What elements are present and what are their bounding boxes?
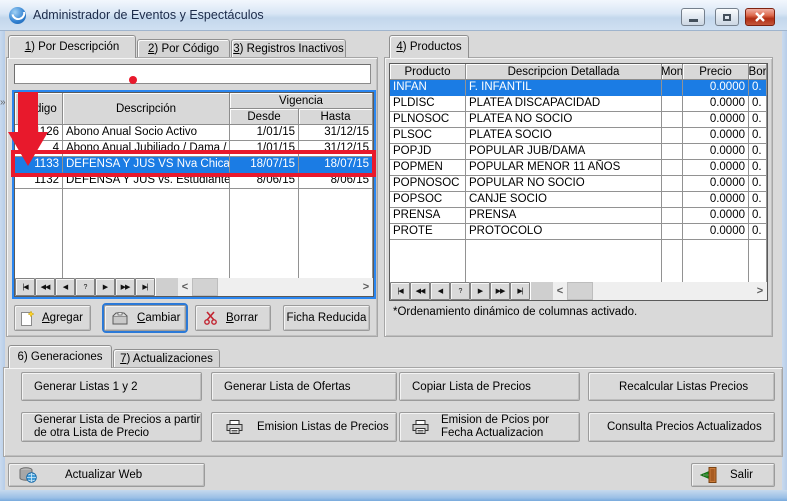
scrollbar-thumb[interactable] — [567, 282, 593, 300]
table-row[interactable]: 1126 Abono Anual Socio Activo 1/01/15 31… — [15, 125, 373, 141]
splitter-grip[interactable]: » — [0, 97, 6, 108]
minimize-button[interactable] — [681, 8, 705, 26]
agregar-button[interactable]: Agregar — [14, 305, 91, 331]
eventos-grid[interactable]: Código Descripción Vigencia Desde Hasta … — [12, 90, 376, 299]
nav-button[interactable]: ▶ — [95, 278, 115, 296]
consulta-precios-actualizados-button[interactable]: Consulta Precios Actualizados — [588, 412, 775, 442]
productos-navigator: |◀◀◀◀?▶▶▶▶| < > — [390, 282, 767, 300]
scissors-icon — [204, 311, 217, 325]
nav-button[interactable]: ▶ — [470, 282, 490, 300]
scrollbar-thumb[interactable] — [192, 278, 218, 296]
nav-button[interactable]: ◀◀ — [35, 278, 55, 296]
table-row[interactable]: PLNOSOC PLATEA NO SOCIO 0.0000 0. — [390, 112, 767, 128]
recalcular-listas-precios-button[interactable]: Recalcular Listas Precios — [588, 372, 775, 401]
close-button[interactable] — [745, 8, 775, 26]
tab-productos[interactable]: 4) Productos — [389, 35, 469, 58]
productos-hscrollbar[interactable]: < > — [531, 282, 767, 300]
scroll-right-icon[interactable]: > — [359, 278, 373, 296]
actualizar-web-button[interactable]: Actualizar Web — [8, 463, 205, 487]
exit-door-icon — [700, 467, 718, 483]
generar-lista-ofertas-button[interactable]: Generar Lista de Ofertas — [211, 372, 397, 401]
app-icon — [9, 7, 26, 24]
ficha-reducida-button[interactable]: Ficha Reducida — [283, 305, 370, 331]
salir-button[interactable]: Salir — [691, 463, 775, 487]
grid-empty-area — [15, 189, 373, 278]
productos-grid[interactable]: Producto Descripcion Detallada Mon Preci… — [389, 63, 768, 301]
printer-icon — [412, 420, 429, 434]
maximize-icon — [723, 14, 731, 21]
nav-button[interactable]: ◀◀ — [410, 282, 430, 300]
col-header-precio[interactable]: Precio — [683, 64, 749, 80]
generar-listas-1-2-button[interactable]: Generar Listas 1 y 2 — [21, 372, 202, 401]
copiar-lista-precios-button[interactable]: Copiar Lista de Precios — [399, 372, 580, 401]
table-row[interactable]: INFAN F. INFANTIL 0.0000 0. — [390, 80, 767, 96]
scrollbar-dead-zone — [531, 282, 553, 300]
app-window: Administrador de Eventos y Espectáculos … — [0, 0, 787, 501]
nav-button[interactable]: ◀ — [430, 282, 450, 300]
eventos-hscrollbar[interactable]: < > — [156, 278, 373, 296]
cambiar-button[interactable]: Cambiar — [104, 305, 186, 331]
tab-por-descripcion[interactable]: 1) Por Descripción — [8, 35, 136, 58]
tab-generaciones[interactable]: 6) Generaciones — [8, 345, 112, 368]
printer-icon — [226, 420, 243, 434]
annotation-highlight-rect — [11, 150, 376, 177]
col-header-descripcion-detallada[interactable]: Descripcion Detallada — [466, 64, 662, 80]
search-input[interactable] — [14, 64, 371, 84]
col-header-descripcion[interactable]: Descripción — [63, 93, 230, 125]
table-row[interactable]: PLDISC PLATEA DISCAPACIDAD 0.0000 0. — [390, 96, 767, 112]
nav-button[interactable]: ▶▶ — [490, 282, 510, 300]
table-row[interactable]: POPJD POPULAR JUB/DAMA 0.0000 0. — [390, 144, 767, 160]
folder-icon — [112, 312, 128, 325]
col-header-vigencia[interactable]: Vigencia — [230, 93, 373, 109]
tab-por-codigo[interactable]: 2) Por Código — [137, 39, 230, 58]
col-header-bor[interactable]: Bor — [749, 64, 767, 80]
emision-pcios-fecha-button[interactable]: Emision de Pcios por Fecha Actualizacion — [399, 412, 580, 442]
new-page-icon — [21, 311, 34, 326]
table-row[interactable]: POPMEN POPULAR MENOR 11 AÑOS 0.0000 0. — [390, 160, 767, 176]
frame-bottom — [0, 490, 787, 501]
nav-button[interactable]: ▶| — [135, 278, 155, 296]
col-header-desde[interactable]: Desde — [230, 109, 299, 125]
col-header-hasta[interactable]: Hasta — [299, 109, 373, 125]
web-database-icon — [19, 467, 37, 483]
green-arrow — [701, 472, 708, 478]
scrollbar-dead-zone — [156, 278, 178, 296]
scrollbar-track[interactable] — [218, 278, 359, 296]
scroll-left-icon[interactable]: < — [553, 282, 567, 300]
table-row[interactable]: POPSOC CANJE SOCIO 0.0000 0. — [390, 192, 767, 208]
nav-button[interactable]: ◀ — [55, 278, 75, 296]
annotation-dot — [129, 76, 137, 84]
annotation-arrow-icon — [6, 92, 50, 168]
table-row[interactable]: POPNOSOC POPULAR NO SOCIO 0.0000 0. — [390, 176, 767, 192]
productos-grid-header[interactable]: Producto Descripcion Detallada Mon Preci… — [390, 64, 767, 80]
eventos-navigator: |◀◀◀◀?▶▶▶▶| < > — [15, 278, 373, 296]
close-icon — [755, 12, 765, 22]
nav-button[interactable]: |◀ — [390, 282, 410, 300]
nav-button[interactable]: ▶| — [510, 282, 530, 300]
emision-listas-precios-button[interactable]: Emision Listas de Precios — [211, 412, 397, 442]
nav-button[interactable]: ? — [450, 282, 470, 300]
table-row[interactable]: PROTE PROTOCOLO 0.0000 0. — [390, 224, 767, 240]
table-row[interactable]: PRENSA PRENSA 0.0000 0. — [390, 208, 767, 224]
tab-actualizaciones[interactable]: 7) Actualizaciones — [113, 349, 220, 368]
titlebar[interactable]: Administrador de Eventos y Espectáculos — [0, 0, 787, 31]
generar-lista-desde-otra-button[interactable]: Generar Lista de Precios a partir de otr… — [21, 412, 202, 442]
table-row[interactable]: PLSOC PLATEA SOCIO 0.0000 0. — [390, 128, 767, 144]
grid-empty-area — [390, 240, 767, 282]
scrollbar-track[interactable] — [593, 282, 753, 300]
nav-button[interactable]: ▶▶ — [115, 278, 135, 296]
borrar-button[interactable]: Borrar — [195, 305, 271, 331]
nav-button[interactable]: ? — [75, 278, 95, 296]
window-title: Administrador de Eventos y Espectáculos — [33, 8, 264, 22]
eventos-grid-header[interactable]: Código Descripción Vigencia Desde Hasta — [15, 93, 373, 125]
nav-button[interactable]: |◀ — [15, 278, 35, 296]
maximize-button[interactable] — [715, 8, 739, 26]
scroll-right-icon[interactable]: > — [753, 282, 767, 300]
col-header-mon[interactable]: Mon — [662, 64, 683, 80]
minimize-icon — [689, 19, 698, 22]
scroll-left-icon[interactable]: < — [178, 278, 192, 296]
tab-registros-inactivos[interactable]: 3) Registros Inactivos — [231, 39, 346, 58]
col-header-producto[interactable]: Producto — [390, 64, 466, 80]
ordering-note: *Ordenamiento dinámico de columnas activ… — [393, 306, 765, 318]
